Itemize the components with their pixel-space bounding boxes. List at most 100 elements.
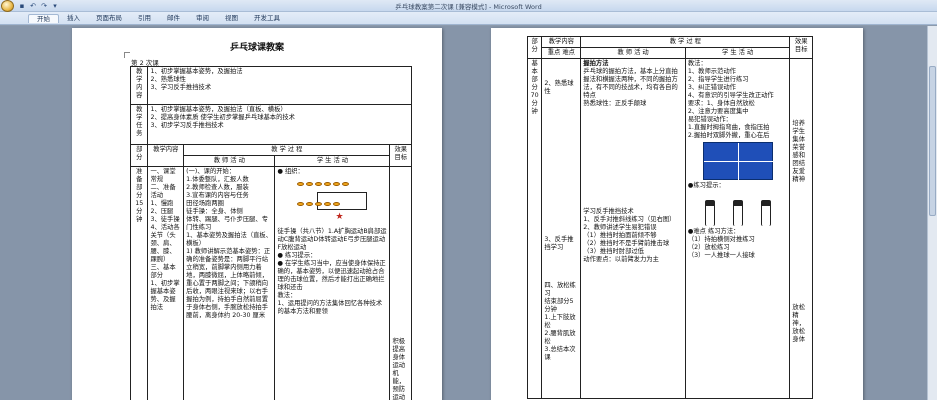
list-item: （3）一人推球一人接球 (687, 252, 755, 259)
student-dot (297, 202, 305, 206)
prep-part: 准备部分15分钟 (129, 166, 149, 400)
ribbon-tabs: 开始 插入 页面布局 引用 邮件 审阅 视图 开发工具 (28, 14, 288, 23)
player-figure (732, 200, 743, 226)
part-label: 部分 (129, 144, 149, 167)
window-title: 乒乓球教案第二次课 [兼容模式] - Microsoft Word (395, 3, 542, 11)
list-item: 1、初步掌握基本姿势、及握拍法 (150, 280, 180, 311)
list-item: 3.总结本次课 (544, 346, 576, 361)
doc-title: 乒乓球课教案 (229, 43, 284, 53)
table-tennis-table-image (702, 142, 774, 181)
list-item: ●练习提示： (687, 182, 725, 189)
list-item: 1、基本姿势及握拍法（直板、横板） (186, 232, 273, 247)
list-item: 徒手操：全身、体侧 (186, 208, 243, 215)
title-bar: ▪ ↶ ↷ ▾ 乒乓球教案第二次课 [兼容模式] - Microsoft Wor… (0, 0, 937, 12)
effect-label: 效果目标 (789, 36, 813, 59)
vertical-scrollbar[interactable] (927, 26, 937, 400)
list-item: 一、课堂常规 (150, 168, 176, 183)
list-item: 2、压腿 (150, 208, 174, 215)
list-item: 熟悉球性：正反手颠球 (583, 100, 647, 107)
ribbon: 开始 插入 页面布局 引用 邮件 审阅 视图 开发工具 (0, 12, 937, 25)
tab-developer[interactable]: 开发工具 (246, 14, 288, 23)
task-item: 2、提高身体素质 使学生初步掌握乒乓球基本的技术 (150, 114, 295, 121)
content-item: 1、初步掌握基本姿势，及握拍法 (150, 68, 243, 75)
scroll-thumb[interactable] (929, 66, 936, 216)
formation-diagram: ★ (277, 178, 387, 226)
student-dot (333, 202, 341, 206)
student-dot (315, 182, 323, 186)
task-item: 1、初步掌握基本姿势，及握拍法（直板、横板） (150, 106, 287, 113)
task-item: 3、初步学习反手推挡技术 (150, 122, 224, 129)
list-item: 1.上下肢放松 (544, 314, 576, 329)
effect-items: 积极提高身体运动机能，预防运动伤病 (389, 166, 412, 400)
tab-page-layout[interactable]: 页面布局 (88, 14, 130, 23)
tab-insert[interactable]: 插入 (59, 14, 88, 23)
document-workspace[interactable]: 乒乓球课教案 第 2 次课 教学内容 1、初步掌握基本姿势，及握拍法 2、熟悉球… (0, 26, 937, 400)
list-item: 1、反手对推斜线练习（见右图） (583, 216, 676, 223)
court-outline (317, 192, 368, 210)
list-item: 1、慢跑 (150, 200, 174, 207)
process-label: 教 学 过 程 (580, 36, 791, 48)
list-item: 田径场跑两圈 (186, 200, 224, 207)
list-item: 4、活动各关节（头颈、肩、腰、膝、踝腕） (150, 224, 180, 263)
teacher-items: 握拍方法 乒乓球的握拍方法，基本上分直拍握法和横握法两种，不同的握拍方法，有不同… (580, 58, 686, 399)
list-item: 二、准备活动 (150, 184, 176, 199)
student-dot (306, 182, 314, 186)
list-item: 2.握拍时双脚外撇，重心在后 (687, 132, 770, 139)
student-items: ● 组织： ★ 徒手操（共八节）1.A扩胸运动B肩部运动C腹背运动D体转运动E弓… (274, 166, 391, 400)
list-item: ● 练习提示： (277, 252, 317, 259)
list-item: 1) 教师讲解示范基本姿势：正确的准备姿势是：两脚平行站立稍宽，前脚掌内侧用力着… (186, 248, 271, 319)
teacher-items: (一)、课的开始： 1.体委整队，汇报人数 2.教师检查人数，服装 3.宣布课的… (183, 166, 276, 400)
list-item: 易犯错误动作： (687, 116, 732, 123)
student-dot (315, 202, 323, 206)
tab-mailings[interactable]: 邮件 (159, 14, 188, 23)
list-item: ●难点 练习方法： (687, 228, 740, 235)
list-item: 学习反手推挡技术 (583, 208, 634, 215)
student-dot (324, 202, 332, 206)
effect-label: 效果目标 (389, 144, 412, 167)
list-item: 2.教师检查人数，服装 (186, 184, 249, 191)
tab-home[interactable]: 开始 (28, 14, 59, 23)
document-page-left[interactable]: 乒乓球课教案 第 2 次课 教学内容 1、初步掌握基本姿势，及握拍法 2、熟悉球… (72, 28, 442, 400)
list-item: （3）推挡时肘部过低 (583, 248, 644, 255)
list-item: 乒乓球的握拍方法，基本上分直拍握法和横握法两种，不同的握拍方法，有不同的技战术，… (583, 68, 678, 99)
list-item: ● 组织： (277, 168, 304, 175)
list-item: 4、有意识的引导学生改正动作 (687, 92, 774, 99)
player-figure (704, 200, 715, 226)
list-item: 3、反手推挡学习 (544, 236, 574, 251)
student-dot (297, 182, 305, 186)
teacher-label: 教 师 活 动 (580, 47, 686, 59)
tab-review[interactable]: 审阅 (188, 14, 217, 23)
list-item: 2、指导学生进行练习 (687, 76, 749, 83)
list-item: 积极提高身体运动机能，预防运动伤病 (392, 338, 406, 400)
list-item: (一)、课的开始： (186, 168, 236, 175)
list-item: 结束部分5分钟 (544, 298, 574, 313)
document-page-right[interactable]: 部分 教学内容 教 学 过 程 效果目标 重点 难点 教 师 活 动 学 生 活… (491, 28, 863, 400)
base-part: 基本部分70分钟 (526, 58, 543, 399)
tab-view[interactable]: 视图 (217, 14, 246, 23)
list-item: 教法： (687, 60, 707, 67)
content-item: 2、熟悉球性 (150, 76, 186, 83)
list-item: 3、徒手操 (150, 216, 180, 223)
tab-references[interactable]: 引用 (130, 14, 159, 23)
list-item: 2、注意力要高度集中 (687, 108, 749, 115)
player-figure (760, 200, 771, 226)
list-item: 动作要点：以前臂发力为主 (583, 256, 659, 263)
teach-content-label: 教学内容 (147, 144, 185, 167)
list-item: 2、熟悉球性 (544, 80, 574, 95)
list-item: 2.腰背肌放松 (544, 330, 576, 345)
student-items: 教法： 1、教师示范动作 2、指导学生进行练习 3、纠正错误动作 4、有意识的引… (684, 58, 791, 399)
list-item: 2、教师讲述学生易犯错误 (583, 224, 657, 231)
list-item: 放松精神，放松身体 (792, 304, 806, 343)
student-row (297, 202, 341, 206)
lesson-table-right: 部分 教学内容 教 学 过 程 效果目标 重点 难点 教 师 活 动 学 生 活… (526, 36, 813, 399)
list-item: 徒手操（共八节）1.A扩胸运动B肩部运动C腹背运动D体转运动E弓步压腿运动F放松… (277, 228, 387, 251)
task-label: 教学任务 (129, 104, 149, 145)
list-item: 培养学生集体荣誉感和团结友爱精神 (792, 120, 806, 183)
student-dot (306, 202, 314, 206)
student-dot (342, 182, 350, 186)
list-item: （2）放松练习 (687, 244, 730, 251)
list-item: （1）推挡时拍面前倾不够 (583, 232, 657, 239)
lesson-table-left: 教学内容 1、初步掌握基本姿势，及握拍法 2、熟悉球性 3、学习反手推挡技术 教… (129, 66, 412, 400)
student-dot (333, 182, 341, 186)
student-row (297, 182, 350, 186)
